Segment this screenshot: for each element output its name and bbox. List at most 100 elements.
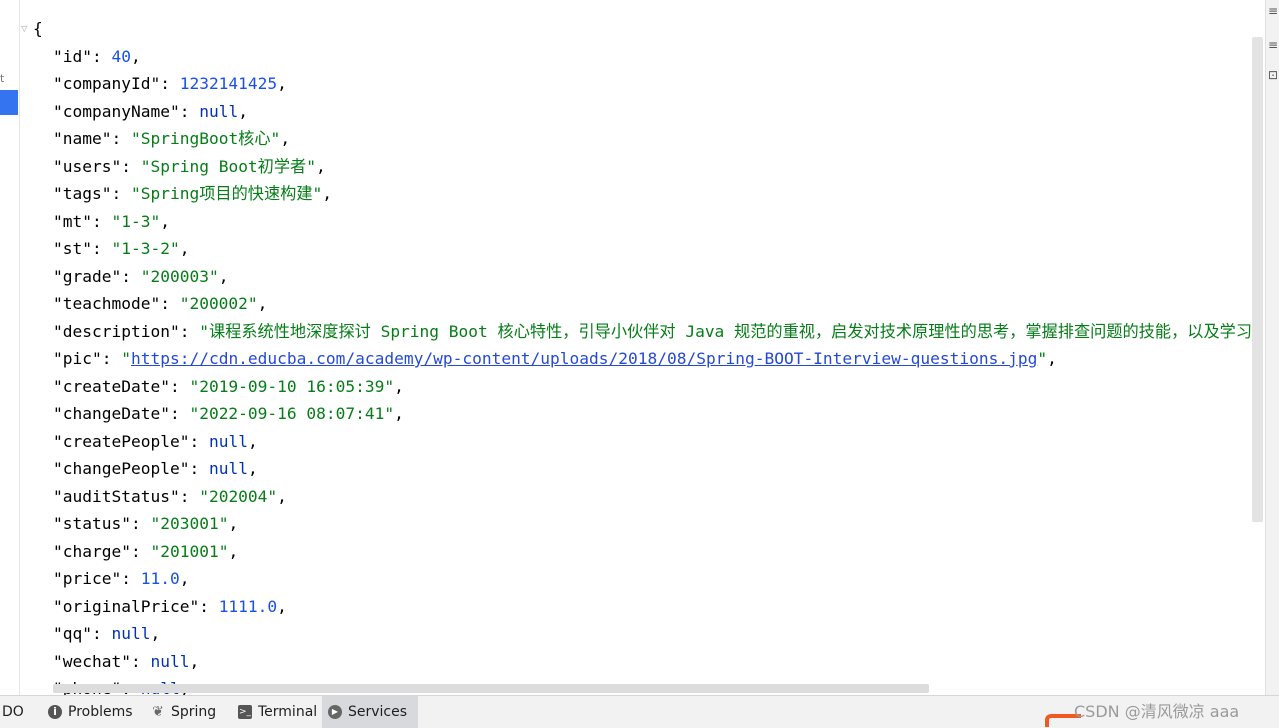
tab-terminal-label: Terminal <box>258 704 318 720</box>
code-token: : <box>121 569 141 588</box>
code-token: "200003" <box>140 266 219 286</box>
fold-icon[interactable]: ▽ <box>21 22 33 36</box>
code-token: : <box>111 184 131 203</box>
code-token: "Spring Boot初学者" <box>140 156 316 176</box>
code-line[interactable]: "name": "SpringBoot核心", <box>33 125 1252 153</box>
code-area[interactable]: {"id": 40, "companyId": 1232141425, "compa… <box>33 15 1252 695</box>
code-token: "SpringBoot核心" <box>130 129 281 148</box>
code-token: : <box>130 541 151 561</box>
code-token: "companyName" <box>53 101 180 121</box>
code-token: "status" <box>53 514 131 533</box>
code-line[interactable]: "users": "Spring Boot初学者", <box>33 153 1252 181</box>
code-token: 1232141425 <box>179 74 278 93</box>
code-token: "name" <box>53 129 112 148</box>
code-line[interactable]: "id": 40, <box>33 43 1252 71</box>
code-line[interactable]: "wechat": null, <box>33 648 1252 676</box>
code-line[interactable]: { <box>33 15 1252 43</box>
code-token: , <box>277 74 287 93</box>
menu-icon[interactable]: ≡ <box>1268 38 1278 52</box>
structure-icon[interactable]: ≡ <box>1268 4 1278 18</box>
code-line[interactable]: "price": 11.0, <box>33 565 1252 593</box>
tab-problems[interactable]: i Problems <box>42 696 139 728</box>
code-line[interactable]: "createDate": "2019-09-10 16:05:39", <box>33 373 1252 401</box>
code-token: : <box>91 239 112 258</box>
code-line[interactable]: "description": "课程系统性地深度探讨 Spring Boot 核… <box>33 318 1252 346</box>
code-token: , <box>150 624 161 643</box>
code-token: , <box>189 651 200 671</box>
code-token: : <box>169 404 190 423</box>
code-token: "mt" <box>53 211 92 231</box>
code-token: "200002" <box>179 294 258 313</box>
code-token: " <box>121 349 131 368</box>
code-token: "grade" <box>53 266 122 286</box>
code-token: "createPeople" <box>53 431 190 451</box>
tab-services-label: Services <box>348 704 408 720</box>
code-token: : <box>189 431 209 451</box>
code-token: "users" <box>53 156 122 176</box>
code-line[interactable]: "changePeople": null, <box>33 455 1252 483</box>
code-token: "changePeople" <box>53 459 190 478</box>
code-token: : <box>91 624 112 643</box>
horizontal-scrollbar[interactable] <box>53 684 929 693</box>
code-token: , <box>257 294 268 313</box>
code-token: "companyId" <box>53 74 161 93</box>
code-token: , <box>394 404 404 423</box>
code-token: , <box>247 431 258 451</box>
tab-terminal[interactable]: >_ Terminal <box>232 696 323 728</box>
code-token: , <box>277 596 287 616</box>
code-line[interactable]: "grade": "200003", <box>33 263 1252 291</box>
code-line[interactable]: "pic": "https://cdn.educba.com/academy/w… <box>33 345 1252 373</box>
code-token: "1-3" <box>111 211 161 231</box>
left-strip-label: t <box>0 72 5 85</box>
database-icon[interactable]: ⊡ <box>1268 68 1278 82</box>
code-line[interactable]: "originalPrice": 1111.0, <box>33 593 1252 621</box>
tab-todo[interactable]: DO <box>0 696 30 728</box>
code-token: : <box>130 514 151 533</box>
left-tool-strip: t <box>0 0 20 695</box>
code-token: "wechat" <box>53 651 131 671</box>
code-token: "2019-09-10 16:05:39" <box>189 376 395 396</box>
code-token: null <box>208 459 248 478</box>
code-token: : <box>91 211 112 231</box>
tab-spring[interactable]: ❦ Spring <box>145 696 222 728</box>
code-token: "teachmode" <box>53 294 161 313</box>
code-line[interactable]: "tags": "Spring项目的快速构建", <box>33 180 1252 208</box>
code-token: , <box>218 266 229 286</box>
code-line[interactable]: "mt": "1-3", <box>33 208 1252 236</box>
code-token: 40 <box>111 46 131 66</box>
code-token: : <box>179 101 200 121</box>
code-line[interactable]: "changeDate": "2022-09-16 08:07:41", <box>33 400 1252 428</box>
watermark: CSDN @清风微凉 aaa <box>1074 702 1240 721</box>
tab-services[interactable]: ▶ Services <box>322 696 418 728</box>
code-token: null <box>150 651 190 671</box>
code-line[interactable]: "teachmode": "200002", <box>33 290 1252 318</box>
code-token: : <box>160 294 180 313</box>
code-line[interactable]: "st": "1-3-2", <box>33 235 1252 263</box>
code-token: , <box>280 129 291 148</box>
code-token: "pic" <box>53 349 102 368</box>
code-token: : <box>189 459 209 478</box>
code-line[interactable]: "companyName": null, <box>33 98 1252 126</box>
code-line[interactable]: "auditStatus": "202004", <box>33 483 1252 511</box>
problems-icon: i <box>48 705 62 719</box>
code-line[interactable]: "status": "203001", <box>33 510 1252 538</box>
right-tool-strip: ≡ ≡ ⊡ <box>1265 0 1279 695</box>
code-token: , <box>322 184 333 203</box>
tab-problems-label: Problems <box>68 704 133 720</box>
code-line[interactable]: "charge": "201001", <box>33 538 1252 566</box>
code-token: "originalPrice" <box>53 596 200 616</box>
active-tool-marker[interactable] <box>0 90 18 115</box>
code-token: "202004" <box>199 486 278 506</box>
code-line[interactable]: "createPeople": null, <box>33 428 1252 456</box>
code-line[interactable]: "qq": null, <box>33 620 1252 648</box>
code-token: : <box>101 349 122 368</box>
code-token: "tags" <box>53 184 112 203</box>
code-token: : <box>160 74 180 93</box>
url-link[interactable]: https://cdn.educba.com/academy/wp-conten… <box>131 349 1037 368</box>
code-token: 11.0 <box>140 569 180 588</box>
json-editor[interactable]: ▽ {"id": 40, "companyId": 1232141425, "com… <box>20 0 1252 695</box>
code-token: , <box>179 569 190 588</box>
vertical-scrollbar[interactable] <box>1252 37 1263 522</box>
code-line[interactable]: "companyId": 1232141425, <box>33 70 1252 98</box>
code-token: , <box>1047 349 1057 368</box>
